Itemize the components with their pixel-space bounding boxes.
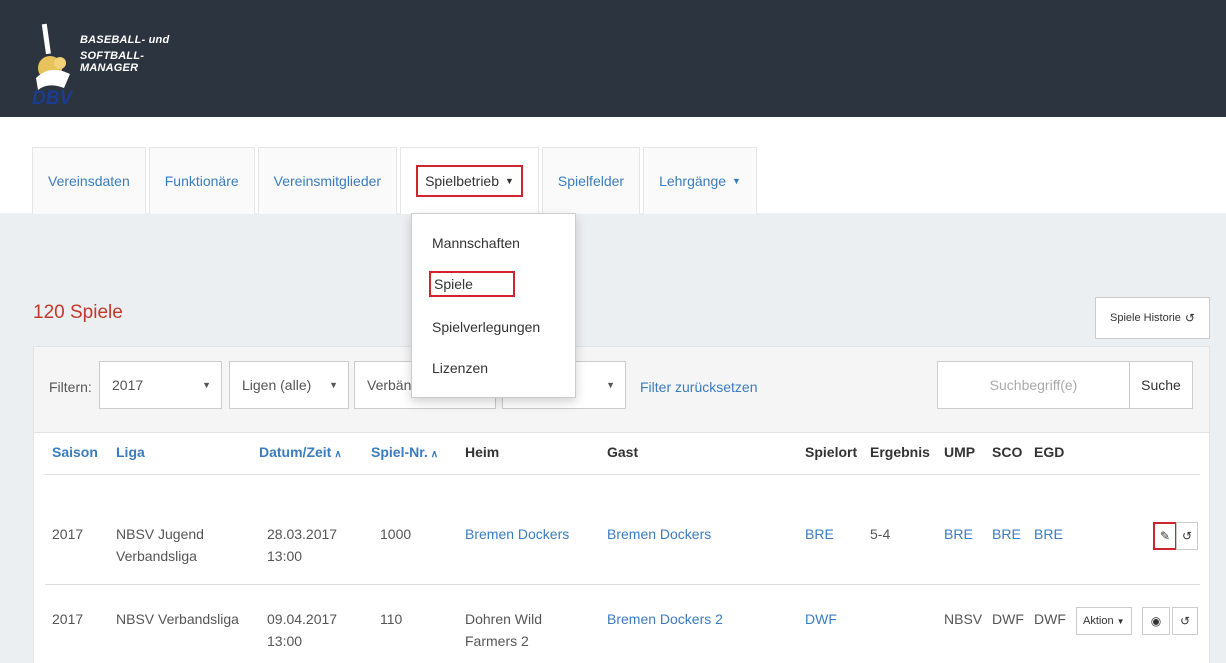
cell-spielort-link[interactable]: DWF	[805, 608, 837, 630]
aktion-dropdown-button[interactable]: Aktion ▼	[1076, 607, 1132, 635]
header-spielnr[interactable]: Spiel-Nr. ∧	[371, 444, 438, 460]
history-button[interactable]: Spiele Historie ↺	[1095, 297, 1210, 339]
tab-label: Spielfelder	[557, 173, 625, 189]
pencil-icon: ✎	[1159, 529, 1171, 543]
cell-ergebnis: 5-4	[870, 526, 891, 542]
main-nav-tabs: Vereinsdaten Funktionäre Vereinsmitglied…	[32, 147, 760, 214]
season-select[interactable]: 2017 ▼	[99, 361, 222, 409]
cell-spielnr: 1000	[380, 526, 412, 542]
filter-panel: Filtern: 2017 ▼ Ligen (alle) ▼ Verbän ▼ …	[33, 346, 1210, 432]
header-saison[interactable]: Saison	[52, 444, 98, 460]
header-sco: SCO	[992, 444, 1023, 460]
spielbetrieb-dropdown-menu: Mannschaften Spiele Spielverlegungen Liz…	[411, 213, 576, 398]
header-gast: Gast	[607, 444, 639, 460]
filter-label: Filtern:	[49, 379, 92, 395]
tab-spielbetrieb[interactable]: Spielbetrieb ▼	[400, 147, 539, 214]
cell-liga-1: NBSV Jugend	[116, 526, 204, 542]
row-history-button[interactable]: ↺	[1172, 607, 1198, 635]
cell-ump-link[interactable]: BRE	[944, 523, 973, 545]
cell-sco: DWF	[992, 611, 1024, 627]
tab-label: Vereinsmitglieder	[273, 173, 382, 189]
cell-ump: NBSV	[944, 611, 983, 627]
chevron-down-icon: ▼	[732, 176, 741, 186]
chevron-down-icon: ▼	[505, 176, 514, 186]
cell-heim-2: Farmers 2	[465, 633, 529, 649]
brand-line-1: BASEBALL- und	[80, 34, 170, 46]
chevron-down-icon: ▼	[329, 380, 338, 390]
eye-icon: ◉	[1150, 614, 1162, 628]
menu-item-spielverlegungen[interactable]: Spielverlegungen	[432, 319, 540, 335]
cell-gast-link[interactable]: Bremen Dockers 2	[607, 608, 723, 630]
tab-label: Funktionäre	[164, 173, 239, 189]
row-divider	[45, 474, 1200, 475]
history-icon: ↺	[1181, 529, 1193, 543]
header-ump: UMP	[944, 444, 976, 460]
reset-filter-link[interactable]: Filter zurücksetzen	[640, 379, 757, 395]
header-egd: EGD	[1034, 444, 1065, 460]
cell-liga-1: NBSV Verbandsliga	[116, 611, 239, 627]
chevron-down-icon: ▼	[606, 380, 615, 390]
header-heim: Heim	[465, 444, 500, 460]
cell-saison: 2017	[52, 611, 84, 627]
header-liga[interactable]: Liga	[116, 444, 145, 460]
chevron-down-icon: ▼	[1116, 616, 1125, 626]
dbv-logo[interactable]: DBV BASEBALL- und SOFTBALL-MANAGER	[30, 16, 200, 112]
cell-heim-link[interactable]: Bremen Dockers	[465, 523, 569, 545]
header-datum[interactable]: Datum/Zeit ∧	[259, 444, 342, 460]
cell-saison: 2017	[52, 526, 84, 542]
tab-vereinsdaten[interactable]: Vereinsdaten	[32, 147, 146, 214]
league-select[interactable]: Ligen (alle) ▼	[229, 361, 349, 409]
top-header: DBV BASEBALL- und SOFTBALL-MANAGER	[0, 0, 1226, 117]
cell-datum-1: 28.03.2017	[267, 526, 338, 542]
menu-item-mannschaften[interactable]: Mannschaften	[432, 235, 520, 251]
tab-strip: Vereinsdaten Funktionäre Vereinsmitglied…	[0, 117, 1226, 214]
header-ergebnis: Ergebnis	[870, 444, 930, 460]
search-button-label: Suche	[1141, 377, 1181, 393]
page-title: 120 Spiele	[33, 302, 123, 323]
tab-lehrgaenge[interactable]: Lehrgänge ▼	[643, 147, 757, 214]
logo-text: DBV	[32, 88, 73, 109]
aktion-label: Aktion	[1083, 615, 1114, 627]
row-divider	[45, 584, 1200, 585]
cell-heim-1: Dohren Wild	[465, 611, 543, 627]
cell-datum-1: 09.04.2017	[267, 611, 338, 627]
tab-funktionaere[interactable]: Funktionäre	[148, 147, 255, 214]
tab-label: Spielbetrieb	[425, 173, 499, 189]
league-select-value: Ligen (alle)	[242, 377, 312, 393]
header-spielnr-label: Spiel-Nr.	[371, 444, 428, 460]
cell-gast-link[interactable]: Bremen Dockers	[607, 523, 711, 545]
search-button[interactable]: Suche	[1129, 361, 1193, 409]
sort-up-icon: ∧	[334, 449, 342, 460]
sort-up-icon: ∧	[430, 449, 439, 460]
search-input[interactable]	[937, 361, 1130, 409]
cell-datum-2: 13:00	[267, 633, 303, 649]
history-icon: ↺	[1179, 614, 1191, 628]
cell-egd: DWF	[1034, 611, 1066, 627]
cell-spielnr: 110	[380, 611, 403, 627]
row-history-button[interactable]: ↺	[1176, 522, 1198, 550]
season-select-value: 2017	[112, 377, 144, 393]
history-icon: ↺	[1184, 311, 1195, 325]
tab-label: Vereinsdaten	[48, 173, 130, 189]
cell-liga-2: Verbandsliga	[116, 548, 197, 564]
tab-label: Lehrgänge	[659, 173, 727, 189]
tab-vereinsmitglieder[interactable]: Vereinsmitglieder	[257, 147, 398, 214]
menu-item-spiele[interactable]: Spiele	[429, 271, 515, 297]
association-select-value: Verbän	[367, 377, 412, 393]
cell-sco-link[interactable]: BRE	[992, 523, 1021, 545]
brand-line-2: SOFTBALL-MANAGER	[80, 50, 145, 74]
history-button-label: Spiele Historie	[1110, 312, 1181, 324]
view-button[interactable]: ◉	[1142, 607, 1170, 635]
cell-spielort-link[interactable]: BRE	[805, 523, 834, 545]
chevron-down-icon: ▼	[202, 380, 211, 390]
edit-button[interactable]: ✎	[1153, 522, 1177, 550]
header-datum-label: Datum/Zeit	[259, 444, 332, 460]
cell-datum-2: 13:00	[267, 548, 303, 564]
tab-spielfelder[interactable]: Spielfelder	[541, 147, 641, 214]
menu-item-lizenzen[interactable]: Lizenzen	[432, 360, 488, 376]
header-spielort: Spielort	[805, 444, 858, 460]
cell-egd-link[interactable]: BRE	[1034, 523, 1063, 545]
